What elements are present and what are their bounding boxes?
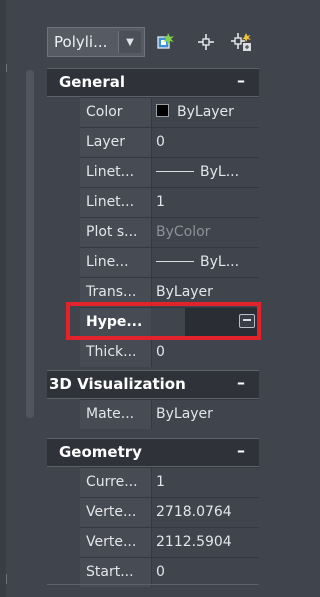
property-value[interactable]: ByL... <box>151 248 259 277</box>
property-name: Thick... <box>80 338 151 367</box>
property-name: Start... <box>80 558 151 587</box>
property-value[interactable]: ByLayer <box>151 98 259 127</box>
chevron-down-icon[interactable]: ▼ <box>118 31 141 53</box>
property-row-plot-style[interactable]: Plot s... ByColor <box>80 217 259 247</box>
property-name: Mate... <box>80 400 151 429</box>
property-row-layer[interactable]: Layer 0 <box>80 127 259 157</box>
collapse-toggle[interactable]: – <box>237 71 245 90</box>
select-objects-icon <box>198 34 214 50</box>
property-value[interactable]: 0 <box>151 128 259 157</box>
property-row-vertex-x[interactable]: Verte... 2718.0764 <box>80 497 259 527</box>
property-name: Layer <box>80 128 151 157</box>
property-name: Color <box>80 98 151 127</box>
property-row-linetype[interactable]: Linet... ByL... <box>80 157 259 187</box>
section-geometry-header[interactable]: Geometry – <box>47 438 259 467</box>
property-row-current-vertex[interactable]: Curre... 1 <box>80 467 259 497</box>
color-swatch-icon <box>156 104 169 117</box>
property-name: Linet... <box>80 188 151 217</box>
property-row-color[interactable]: Color ByLayer <box>80 97 259 127</box>
palette-scrollbar[interactable] <box>26 70 34 418</box>
property-row-thickness[interactable]: Thick... 0 <box>80 337 259 367</box>
property-row-lineweight[interactable]: Line... ByL... <box>80 247 259 277</box>
collapse-toggle[interactable]: – <box>237 373 245 392</box>
divider <box>47 584 259 585</box>
left-edge-strip <box>0 0 6 597</box>
object-type-dropdown[interactable]: Polyli... ▼ <box>47 27 145 57</box>
highlight-annotation <box>66 302 261 340</box>
object-type-label: Polyli... <box>54 33 108 51</box>
property-row-material[interactable]: Mate... ByLayer <box>80 399 259 429</box>
property-value: ByColor <box>151 218 259 247</box>
select-objects-button[interactable] <box>193 29 219 55</box>
property-name: Linet... <box>80 158 151 187</box>
quick-select-button[interactable] <box>153 29 179 55</box>
property-value[interactable]: 0 <box>151 558 259 587</box>
section-title: Geometry <box>59 443 142 461</box>
property-name: Verte... <box>80 498 151 527</box>
quick-select-icon <box>157 33 174 49</box>
left-edge-tick <box>6 574 7 584</box>
collapse-toggle[interactable]: – <box>237 441 245 460</box>
property-name: Verte... <box>80 528 151 557</box>
left-edge-tick <box>6 64 7 72</box>
property-value[interactable]: ByL... <box>151 158 259 187</box>
property-value[interactable]: 2112.5904 <box>151 528 259 557</box>
section-3d-visualization-header[interactable]: 3D Visualization – <box>47 370 259 399</box>
property-value[interactable]: 1 <box>151 468 259 497</box>
property-name: Plot s... <box>80 218 151 247</box>
linetype-sample-icon <box>156 171 194 172</box>
property-row-linetype-scale[interactable]: Linet... 1 <box>80 187 259 217</box>
toggle-pickadd-icon <box>231 33 251 51</box>
property-value[interactable]: 2718.0764 <box>151 498 259 527</box>
toggle-pickadd-button[interactable] <box>229 29 255 55</box>
section-title: 3D Visualization <box>49 375 186 393</box>
property-value[interactable]: 1 <box>151 188 259 217</box>
property-name: Curre... <box>80 468 151 497</box>
property-value[interactable]: ByLayer <box>151 400 259 429</box>
property-value[interactable]: 0 <box>151 338 259 367</box>
section-general-header[interactable]: General – <box>47 68 259 97</box>
property-name: Line... <box>80 248 151 277</box>
lineweight-sample-icon <box>156 261 194 262</box>
property-row-start-segment[interactable]: Start... 0 <box>80 557 259 587</box>
section-title: General <box>59 73 125 91</box>
properties-toolbar: Polyli... ▼ <box>47 27 259 59</box>
property-row-vertex-y[interactable]: Verte... 2112.5904 <box>80 527 259 557</box>
